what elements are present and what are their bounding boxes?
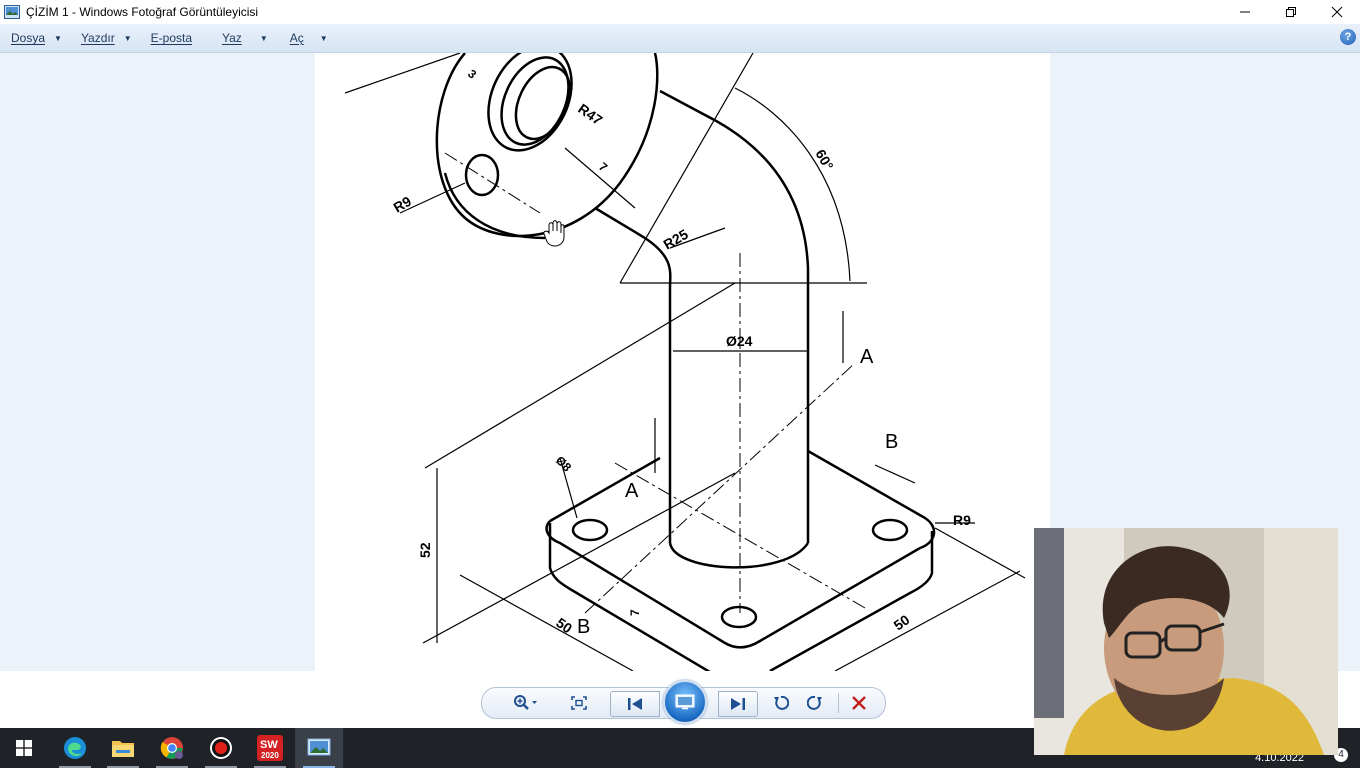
taskbar-photo-viewer[interactable] [295, 728, 343, 768]
taskbar-edge[interactable] [51, 728, 99, 768]
label-dim7-bottom: 7 [628, 609, 642, 616]
photo-viewer-icon [307, 738, 331, 756]
isometric-drawing: R47 3 7 R9 R25 60° Ø24 A A B B Ø8 R9 52 … [344, 53, 1026, 671]
hand-cursor-icon [543, 220, 565, 247]
chrome-icon [160, 737, 183, 759]
chevron-down-icon: ▼ [123, 33, 132, 43]
taskbar-recorder[interactable] [197, 728, 245, 768]
fit-to-window-icon [571, 696, 587, 710]
menu-ac-label: Aç [289, 31, 304, 45]
photo-viewer-app-icon [4, 5, 20, 19]
label-dim3: 3 [465, 67, 479, 82]
label-r25: R25 [661, 226, 691, 253]
delete-button[interactable] [844, 691, 874, 715]
webcam-overlay [1034, 528, 1338, 755]
divider [838, 693, 839, 713]
fit-to-window-button[interactable] [564, 691, 594, 715]
menu-yazdir[interactable]: Yazdır ▼ [81, 31, 132, 45]
windows-start-icon [16, 740, 32, 756]
close-button[interactable] [1314, 0, 1360, 24]
minimize-button[interactable] [1222, 0, 1268, 24]
folder-icon [112, 741, 134, 757]
chevron-down-icon: ▼ [259, 33, 268, 43]
label-section-a-left: A [625, 480, 639, 502]
slideshow-button[interactable] [663, 680, 707, 724]
label-dia8: Ø8 [553, 453, 574, 474]
label-dim50-left: 50 [553, 614, 575, 636]
menu-yazdir-label: Yazdır [80, 31, 115, 45]
label-r47: R47 [575, 100, 605, 128]
menu-dosya[interactable]: Dosya ▼ [11, 31, 62, 45]
solidworks-icon: SW 2020 [257, 735, 283, 761]
menu-dosya-label: Dosya [11, 31, 46, 45]
svg-text:SW: SW [260, 739, 278, 751]
edge-icon [64, 737, 86, 759]
menu-bar: Dosya ▼ Yazdır ▼ E-posta Yaz ▼ Aç ▼ ? [0, 24, 1360, 53]
label-r9-left: R9 [391, 193, 415, 216]
label-dim7-top: 7 [596, 160, 610, 175]
start-button[interactable] [0, 728, 48, 768]
chevron-down-icon: ▼ [54, 33, 62, 43]
restore-button[interactable] [1268, 0, 1314, 24]
menu-yaz-label: Yaz [222, 31, 242, 45]
taskbar-solidworks[interactable]: SW 2020 [246, 728, 294, 768]
label-dim52: 52 [417, 542, 433, 558]
window-title: ÇİZİM 1 - Windows Fotoğraf Görüntüleyici… [26, 5, 259, 19]
previous-icon [628, 698, 642, 710]
menu-eposta[interactable]: E-posta [151, 31, 192, 45]
taskbar-file-explorer[interactable] [99, 728, 147, 768]
solidworks-badge: 2020 [261, 751, 279, 760]
rotate-clockwise-icon [807, 695, 822, 710]
dimension-lines [344, 53, 1026, 671]
close-icon [1331, 6, 1343, 18]
next-icon [731, 698, 745, 710]
rotate-counterclockwise-button[interactable] [766, 691, 796, 715]
help-icon[interactable]: ? [1340, 29, 1356, 45]
chevron-down-icon: ▼ [319, 33, 328, 43]
label-section-a-right: A [860, 346, 874, 368]
title-bar: ÇİZİM 1 - Windows Fotoğraf Görüntüleyici… [0, 0, 1360, 24]
webcam-video [1034, 528, 1338, 755]
restore-icon [1286, 7, 1296, 17]
label-angle60: 60° [812, 147, 836, 173]
next-button[interactable] [718, 691, 758, 717]
technical-drawing-image: R47 3 7 R9 R25 60° Ø24 A A B B Ø8 R9 52 … [315, 53, 1050, 671]
rotate-counterclockwise-icon [774, 695, 789, 710]
menu-ac[interactable]: Aç ▼ [290, 31, 328, 45]
menu-eposta-label: E-posta [150, 31, 193, 45]
zoom-button[interactable] [508, 691, 544, 715]
record-icon [210, 737, 232, 759]
rotate-clockwise-button[interactable] [800, 691, 830, 715]
label-section-b-right: B [885, 431, 898, 453]
taskbar-chrome[interactable] [148, 728, 196, 768]
zoom-icon [514, 695, 537, 710]
delete-icon [852, 696, 866, 710]
label-section-b-left: B [577, 616, 590, 638]
label-dia24: Ø24 [726, 333, 753, 349]
label-dim50-right: 50 [891, 611, 913, 633]
minimize-icon [1240, 11, 1250, 13]
previous-button[interactable] [610, 691, 660, 717]
label-r9-right: R9 [953, 512, 971, 528]
slideshow-icon [675, 694, 695, 710]
menu-yaz[interactable]: Yaz ▼ [222, 31, 268, 45]
